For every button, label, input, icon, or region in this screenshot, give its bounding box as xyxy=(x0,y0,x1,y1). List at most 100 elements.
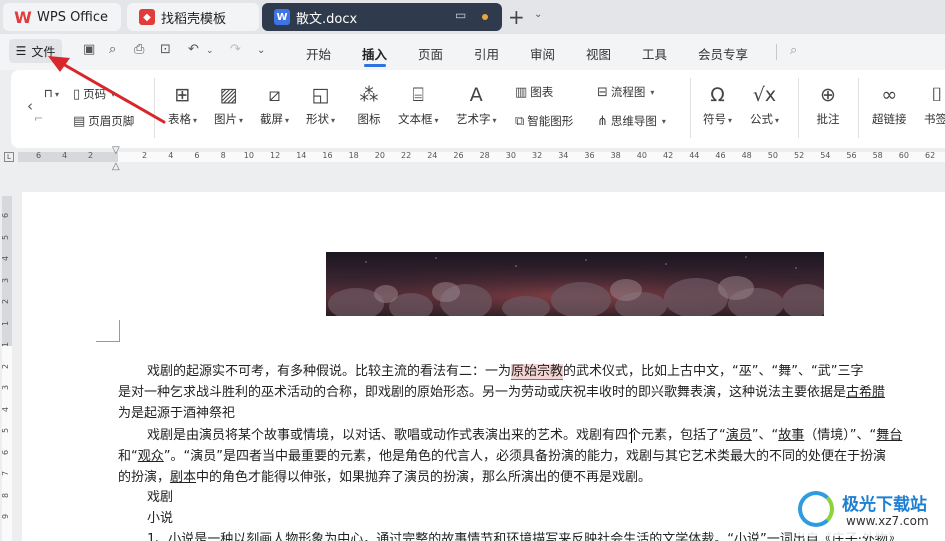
smartart-icon: ⧉ xyxy=(515,113,525,129)
redo-icon[interactable]: ↷ xyxy=(230,42,241,57)
wordart-button[interactable]: A 艺术字 ▾ xyxy=(456,82,497,127)
tab-home[interactable]: 开始 xyxy=(306,44,331,63)
text-run: 为是起源于酒神祭祀 xyxy=(118,406,236,421)
picture-label: 图片 xyxy=(214,112,237,126)
underlined-text[interactable]: 故事 xyxy=(778,428,804,443)
paragraph-line[interactable]: 戏剧的起源实不可考，有多种假说。比较主流的看法有二：一为原始宗教的武术仪式，比如… xyxy=(147,362,863,382)
tab-view[interactable]: 视图 xyxy=(586,44,611,63)
underlined-text[interactable]: 剧本 xyxy=(170,470,196,485)
paragraph-line[interactable]: 戏剧是由演员将某个故事或情境，以对话、歌唱或动作式表演出来的艺术。戏剧有四个元素… xyxy=(147,426,902,446)
vertical-ruler-tick-label: 4 xyxy=(1,406,11,412)
wordart-label: 艺术字 xyxy=(456,112,491,126)
ruler-tick-label: 56 xyxy=(846,151,857,160)
ruler-tick-label: 20 xyxy=(374,151,385,160)
icons-label: 图标 xyxy=(357,112,381,126)
mindmap-button[interactable]: ⋔ 思维导图 ▾ xyxy=(597,113,666,129)
ruler-tick-label: 6 xyxy=(36,151,42,160)
hyperlink-button[interactable]: ∞ 超链接 xyxy=(872,82,907,127)
icons-button[interactable]: ⁂ 图标 xyxy=(356,82,382,127)
tab-tools[interactable]: 工具 xyxy=(642,44,667,63)
tab-list-chevron-icon[interactable]: ⌄ xyxy=(534,9,542,20)
flowchart-button[interactable]: ⊟ 流程图 ▾ xyxy=(597,84,654,100)
tab-template[interactable]: ◆ 找稻壳模板 xyxy=(127,3,259,31)
tab-member[interactable]: 会员专享 xyxy=(698,44,748,63)
ruler-tick-label: 10 xyxy=(243,151,254,160)
tab-stop-selector[interactable]: L xyxy=(4,152,14,162)
ruler-tick-label: 62 xyxy=(925,151,936,160)
tab-review[interactable]: 审阅 xyxy=(530,44,555,63)
underlined-text[interactable]: 演员 xyxy=(726,428,752,443)
paragraph-line[interactable]: 为是起源于酒神祭祀 xyxy=(118,404,235,424)
tab-wps-office[interactable]: W WPS Office xyxy=(3,3,121,31)
textbox-label: 文本框 xyxy=(398,112,433,126)
ruler-tick-label: 34 xyxy=(558,151,569,160)
flowchart-label: 流程图 xyxy=(610,85,646,99)
shape-button[interactable]: ◱ 形状 ▾ xyxy=(306,82,335,127)
vertical-ruler-tick-label: 9 xyxy=(1,513,11,520)
chart-button[interactable]: ▥ 图表 xyxy=(515,84,553,100)
menu-divider xyxy=(776,44,777,60)
crowd-scene-graphic xyxy=(326,252,830,321)
undo-icon[interactable]: ↶ xyxy=(188,42,199,57)
document-banner-image[interactable] xyxy=(326,252,830,321)
vertical-ruler-tick-label: 8 xyxy=(1,492,11,498)
bookmark-button[interactable]: ⌷ 书签 xyxy=(924,82,945,127)
ribbon-divider xyxy=(690,78,691,138)
tab-references[interactable]: 引用 xyxy=(474,44,499,63)
tab-wps-label: WPS Office xyxy=(37,9,109,25)
mindmap-icon: ⋔ xyxy=(597,113,608,129)
screenshot-button[interactable]: ⧄ 截屏 ▾ xyxy=(260,82,289,127)
underlined-text[interactable]: 观众 xyxy=(138,449,164,464)
ribbon-scroll-left-icon[interactable]: ‹ xyxy=(27,97,33,115)
picture-button[interactable]: ▨ 图片 ▾ xyxy=(214,82,243,127)
ruler-tick-label: 54 xyxy=(820,151,831,160)
ruler-tick-label: 22 xyxy=(401,151,412,160)
new-tab-plus-icon[interactable]: + xyxy=(508,5,525,29)
mindmap-label: 思维导图 xyxy=(610,114,657,128)
underlined-text[interactable]: 舞台 xyxy=(876,428,902,443)
ruler-tick-label: 12 xyxy=(270,151,281,160)
table-button[interactable]: ⊞ 表格 ▾ xyxy=(168,82,197,127)
first-line-indent-marker[interactable]: ▽ xyxy=(112,145,120,156)
paragraph-line[interactable]: 的扮演，剧本中的角色才能得以伸张，如果抛弃了演员的扮演，那么所演出的便不再是戏剧… xyxy=(118,468,651,488)
ribbon-divider xyxy=(798,78,799,138)
heading-novel[interactable]: 小说 xyxy=(147,509,173,529)
window-mode-icon[interactable]: ▭ xyxy=(455,8,466,22)
tab-page[interactable]: 页面 xyxy=(418,44,443,63)
ruler-tick-label: 36 xyxy=(584,151,595,160)
text-run: 是对一种乞求战斗胜利的巫术活动的合称，即戏剧的原始形态。另一为劳动或庆祝丰收时的… xyxy=(118,385,847,400)
highlighted-text[interactable]: 原始宗教 xyxy=(511,364,564,380)
ruler-tick-label: 6 xyxy=(194,151,200,160)
tab-document[interactable]: W 散文.docx ▭ xyxy=(262,3,502,31)
ruler-tick-label: 2 xyxy=(142,151,148,160)
paragraph-line[interactable]: 和“观众”。“演员”是四者当中最重要的元素，他是角色的代言人，必须具备扮演的能力… xyxy=(118,447,886,467)
heading-drama[interactable]: 戏剧 xyxy=(147,488,173,508)
underlined-text[interactable]: 古希腊 xyxy=(846,385,885,400)
undo-dropdown-icon[interactable]: ⌄ xyxy=(206,46,214,56)
search-icon[interactable]: ⌕ xyxy=(790,43,797,58)
symbol-button[interactable]: Ω 符号 ▾ xyxy=(703,82,732,127)
ruler-left-margin xyxy=(18,152,118,162)
vertical-ruler-tick-label: 3 xyxy=(1,277,11,283)
ruler-tick-label: 4 xyxy=(168,151,174,160)
hanging-indent-marker[interactable]: △ xyxy=(112,161,120,172)
wordart-icon: A xyxy=(469,84,483,106)
tab-insert[interactable]: 插入 xyxy=(362,44,387,63)
formula-button[interactable]: √x 公式 ▾ xyxy=(750,82,779,127)
textbox-button[interactable]: ⌸ 文本框 ▾ xyxy=(398,82,439,127)
sqrt-icon: √x xyxy=(752,84,777,106)
vertical-ruler-tick-label: 5 xyxy=(1,234,11,240)
ruler-tick-label: 46 xyxy=(715,151,726,160)
smartart-button[interactable]: ⧉ 智能图形 xyxy=(515,113,573,129)
smartart-label: 智能图形 xyxy=(527,114,574,128)
ruler-tick-label: 18 xyxy=(348,151,359,160)
comment-button[interactable]: ⊕ 批注 xyxy=(815,82,841,127)
table-icon: ⊞ xyxy=(174,84,191,106)
ruler-tick-label: 40 xyxy=(636,151,647,160)
ruler-tick-label: 26 xyxy=(453,151,464,160)
margin-corner-marker xyxy=(96,320,120,342)
paragraph-line[interactable]: 1、小说是一种以刻画人物形象为中心，通过完整的故事情节和环境描写来反映社会生活的… xyxy=(147,530,901,541)
more-quick-access-icon[interactable]: ⌄ xyxy=(257,45,265,56)
paragraph-line[interactable]: 是对一种乞求战斗胜利的巫术活动的合称，即戏剧的原始形态。另一为劳动或庆祝丰收时的… xyxy=(118,383,885,403)
hyperlink-label: 超链接 xyxy=(872,112,907,126)
